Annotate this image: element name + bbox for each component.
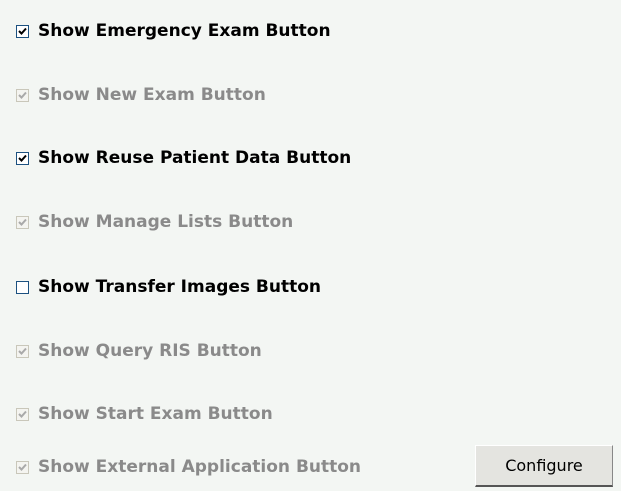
checkbox-start-exam [16,407,29,421]
option-label: Show Transfer Images Button [38,277,322,297]
option-external-application: Show External Application Button [16,456,361,478]
checkbox-manage-lists [16,215,29,229]
option-emergency-exam[interactable]: Show Emergency Exam Button [16,20,331,42]
option-transfer-images[interactable]: Show Transfer Images Button [16,276,321,298]
checkbox-query-ris [16,344,29,358]
option-label: Show Reuse Patient Data Button [38,148,352,168]
checkbox-new-exam [16,88,29,102]
option-label: Show External Application Button [38,457,362,477]
option-label: Show Emergency Exam Button [38,21,331,41]
check-mark-icon [18,91,27,99]
check-mark-icon [18,154,27,162]
check-mark-icon [18,27,27,35]
option-start-exam: Show Start Exam Button [16,403,273,425]
check-mark-icon [18,410,27,418]
option-label: Show Manage Lists Button [38,212,294,232]
option-query-ris: Show Query RIS Button [16,340,262,362]
check-mark-icon [18,218,27,226]
option-label: Show New Exam Button [38,85,266,105]
option-label: Show Start Exam Button [38,404,273,424]
configure-button[interactable]: Configure [475,445,613,487]
option-manage-lists: Show Manage Lists Button [16,211,293,233]
option-reuse-patient-data[interactable]: Show Reuse Patient Data Button [16,147,351,169]
checkbox-transfer-images[interactable] [16,280,29,294]
check-mark-icon [18,463,27,471]
check-mark-icon [18,347,27,355]
checkbox-external-application [16,460,29,474]
option-new-exam: Show New Exam Button [16,84,266,106]
checkbox-emergency-exam[interactable] [16,24,29,38]
option-label: Show Query RIS Button [38,341,262,361]
checkbox-reuse-patient-data[interactable] [16,151,29,165]
